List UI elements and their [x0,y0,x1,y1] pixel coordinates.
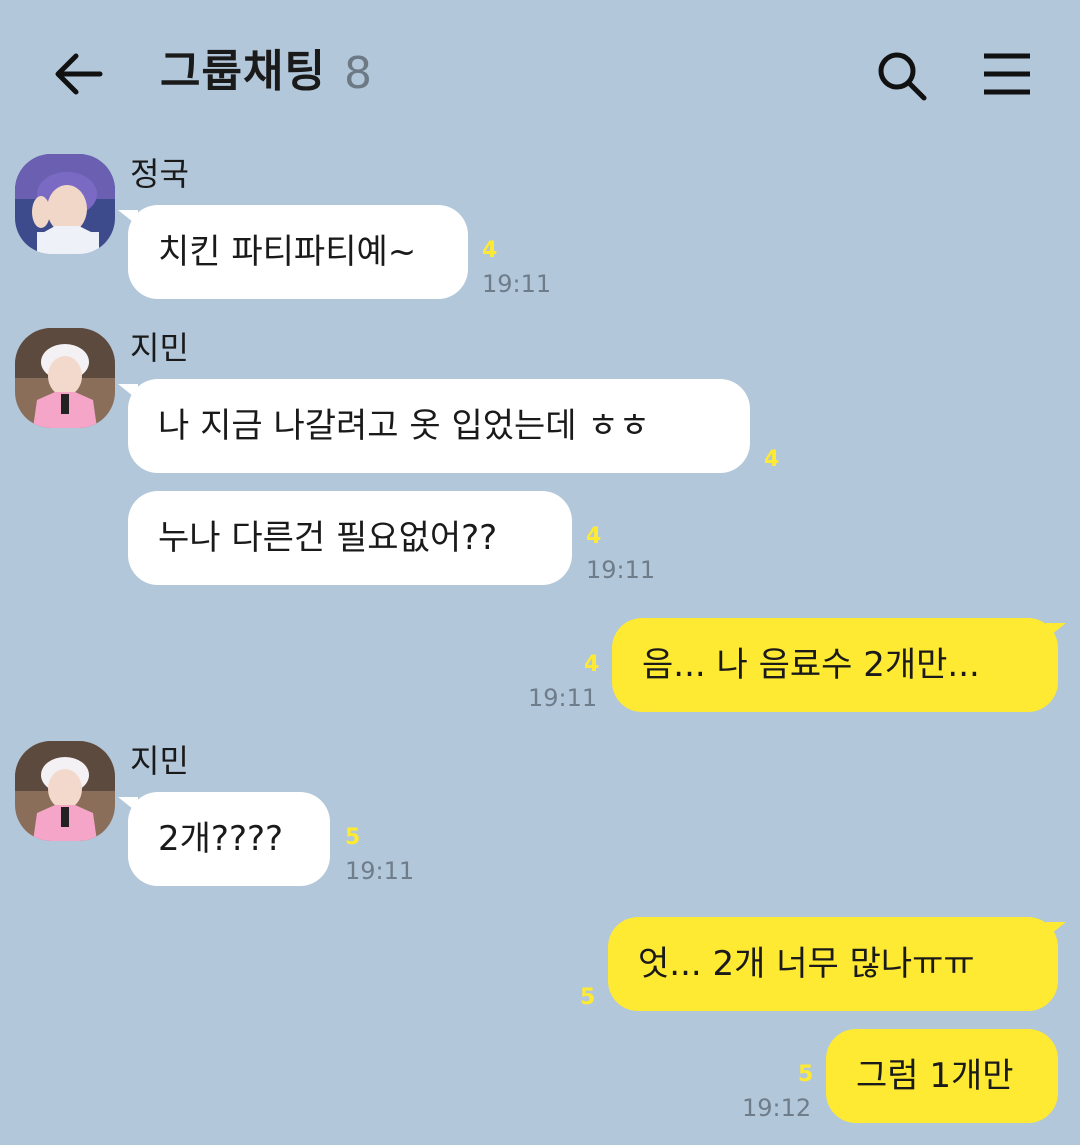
message-time: 19:11 [586,556,656,584]
avatar[interactable] [15,741,115,841]
unread-count: 4 [586,524,602,549]
sender-name: 정국 [130,155,189,193]
message-time: 19:11 [345,857,415,885]
message-time: 19:11 [528,684,598,712]
incoming-message-bubble[interactable]: 누나 다른건 필요없어?? [128,491,572,585]
outgoing-message-bubble[interactable]: 그럼 1개만 [826,1029,1058,1123]
unread-count: 4 [482,238,498,263]
avatar[interactable] [15,328,115,428]
chat-header: 그룹채팅 8 [0,0,1080,145]
outgoing-message-bubble[interactable]: 음... 나 음료수 2개만... [612,618,1058,712]
unread-count: 5 [798,1062,814,1087]
avatar[interactable] [15,154,115,254]
sender-name: 지민 [130,742,189,780]
message-time: 19:11 [482,270,552,298]
back-button[interactable] [48,48,106,100]
unread-count: 5 [580,985,596,1010]
menu-button[interactable] [982,52,1032,96]
incoming-message-bubble[interactable]: 2개???? [128,792,330,886]
search-button[interactable] [874,48,930,104]
unread-count: 5 [345,825,361,850]
message-time: 19:12 [742,1094,812,1122]
incoming-message-bubble[interactable]: 나 지금 나갈려고 옷 입었는데 ㅎㅎ [128,379,750,473]
hamburger-menu-icon [984,53,1030,95]
member-count: 8 [344,48,372,99]
search-icon [878,52,927,101]
bubble-tail [1046,922,1066,938]
bubble-tail [1046,623,1066,639]
arrow-left-icon [55,53,103,95]
unread-count: 4 [764,447,780,472]
sender-name: 지민 [130,329,189,367]
outgoing-message-bubble[interactable]: 엇... 2개 너무 많나ㅠㅠ [608,917,1058,1011]
incoming-message-bubble[interactable]: 치킨 파티파티예~ [128,205,468,299]
chat-title: 그룹채팅 [160,46,326,97]
unread-count: 4 [584,652,600,677]
